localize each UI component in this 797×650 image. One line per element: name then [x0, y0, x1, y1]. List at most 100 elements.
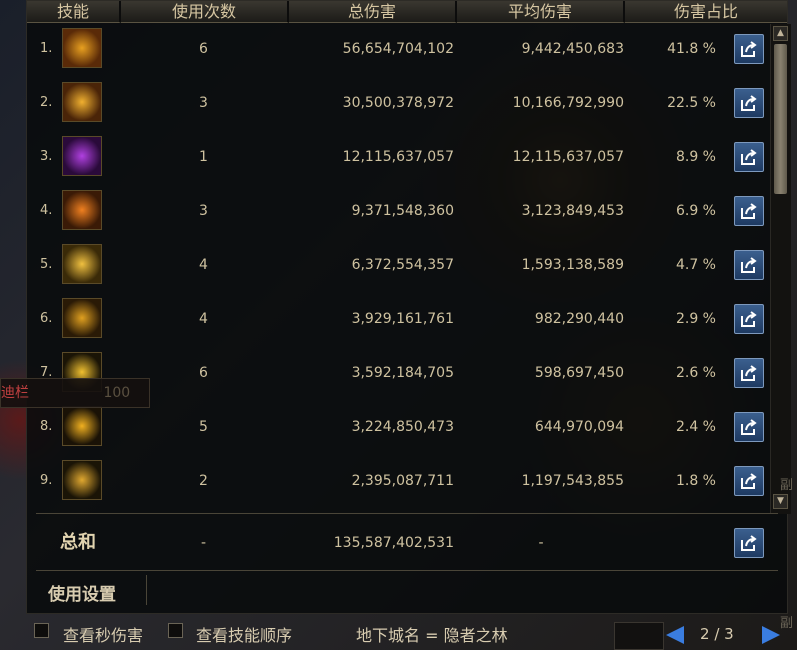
avg-damage: 598,697,450	[534, 365, 624, 381]
total-damage: 30,500,378,972	[342, 95, 454, 111]
avg-damage: 1,197,543,855	[521, 473, 624, 489]
rank-label: 4.	[40, 203, 53, 218]
total-damage: 3,592,184,705	[351, 365, 454, 381]
share-button[interactable]	[734, 412, 764, 442]
damage-share: 22.5 %	[667, 95, 716, 111]
header-damage-share: 伤害占比	[625, 1, 787, 23]
total-damage: 9,371,548,360	[351, 203, 454, 219]
background-label: 迪栏 100	[0, 378, 150, 408]
table-row: 8. 5 3,224,850,473 644,970,094 2.4 %	[26, 400, 766, 454]
scroll-up-button[interactable]: ▲	[773, 26, 788, 41]
total-damage: 12,115,637,057	[342, 149, 454, 165]
skill-4-icon[interactable]	[62, 190, 102, 230]
damage-share: 6.9 %	[675, 203, 716, 219]
background-label-text: 迪栏	[1, 385, 29, 401]
total-damage: 56,654,704,102	[342, 41, 454, 57]
skill-6-icon[interactable]	[62, 298, 102, 338]
use-count: 3	[199, 95, 208, 111]
rank-label: 8.	[40, 419, 53, 434]
total-damage: 2,395,087,711	[351, 473, 454, 489]
next-page-button[interactable]	[760, 624, 782, 646]
avg-damage: 12,115,637,057	[512, 149, 624, 165]
damage-share: 8.9 %	[675, 149, 716, 165]
skill-9-icon[interactable]	[62, 460, 102, 500]
prev-page-button[interactable]	[664, 624, 686, 646]
scroll-down-button[interactable]: ▼	[773, 494, 788, 509]
share-icon	[741, 365, 757, 381]
share-icon	[741, 149, 757, 165]
summary-count: -	[200, 535, 207, 551]
rank-label: 6.	[40, 311, 53, 326]
background-label-number: 100	[103, 385, 131, 401]
scrollbar[interactable]: ▲ ▼	[770, 24, 791, 514]
header-avg-damage: 平均伤害	[457, 1, 625, 23]
scroll-thumb[interactable]	[774, 44, 787, 194]
share-button[interactable]	[734, 358, 764, 388]
divider	[36, 513, 778, 514]
use-count: 4	[199, 257, 208, 273]
use-count: 6	[199, 365, 208, 381]
skill-5-icon[interactable]	[62, 244, 102, 284]
share-button[interactable]	[734, 34, 764, 64]
use-count: 1	[199, 149, 208, 165]
page-indicator: 2 / 3	[700, 625, 734, 643]
page-current: 2	[700, 625, 710, 643]
rank-label: 1.	[40, 41, 53, 56]
rank-label: 3.	[40, 149, 53, 164]
page-separator: /	[714, 625, 720, 643]
rank-label: 2.	[40, 95, 53, 110]
summary-row: 总和 - 135,587,402,531 -	[26, 516, 766, 570]
skill-order-checkbox[interactable]	[168, 623, 183, 638]
share-icon	[741, 95, 757, 111]
dungeon-name: 地下城名 = 隐者之林	[356, 626, 508, 645]
table-row: 5. 4 6,372,554,357 1,593,138,589 4.7 %	[26, 238, 766, 292]
share-button[interactable]	[734, 466, 764, 496]
damage-share: 41.8 %	[667, 41, 716, 57]
share-icon	[741, 419, 757, 435]
rank-label: 9.	[40, 473, 53, 488]
background-text: 副	[780, 616, 794, 631]
divider	[146, 575, 147, 605]
table-row: 9. 2 2,395,087,711 1,197,543,855 1.8 %	[26, 454, 766, 508]
share-button[interactable]	[734, 88, 764, 118]
total-damage: 3,929,161,761	[351, 311, 454, 327]
use-count: 2	[199, 473, 208, 489]
header-use-count: 使用次数	[121, 1, 289, 23]
header-total-damage: 总伤害	[289, 1, 457, 23]
damage-share: 2.4 %	[675, 419, 716, 435]
table-row: 2. 3 30,500,378,972 10,166,792,990 22.5 %	[26, 76, 766, 130]
share-button[interactable]	[734, 304, 764, 334]
use-count: 6	[199, 41, 208, 57]
avg-damage: 3,123,849,453	[521, 203, 624, 219]
use-count: 5	[199, 419, 208, 435]
settings-label[interactable]: 使用设置	[48, 580, 116, 605]
avg-damage: 644,970,094	[534, 419, 624, 435]
share-button[interactable]	[734, 196, 764, 226]
skill-order-checkbox-label: 查看技能顺序	[196, 626, 293, 645]
share-button[interactable]	[734, 250, 764, 280]
share-icon	[741, 473, 757, 489]
table-row: 4. 3 9,371,548,360 3,123,849,453 6.9 %	[26, 184, 766, 238]
skill-2-icon[interactable]	[62, 82, 102, 122]
damage-share: 2.6 %	[675, 365, 716, 381]
avg-damage: 1,593,138,589	[521, 257, 624, 273]
damage-share: 2.9 %	[675, 311, 716, 327]
share-icon	[741, 257, 757, 273]
total-damage: 6,372,554,357	[351, 257, 454, 273]
skill-8-icon[interactable]	[62, 406, 102, 446]
dps-checkbox[interactable]	[34, 623, 49, 638]
share-button[interactable]	[734, 528, 764, 558]
dps-checkbox-label: 查看秒伤害	[63, 626, 144, 645]
avg-damage: 10,166,792,990	[512, 95, 624, 111]
skill-3-icon[interactable]	[62, 136, 102, 176]
rank-label: 5.	[40, 257, 53, 272]
total-damage: 3,224,850,473	[351, 419, 454, 435]
skill-1-icon[interactable]	[62, 28, 102, 68]
table-row: 6. 4 3,929,161,761 982,290,440 2.9 %	[26, 292, 766, 346]
avg-damage: 9,442,450,683	[521, 41, 624, 57]
use-count: 3	[199, 203, 208, 219]
share-icon	[741, 535, 757, 551]
share-icon	[741, 311, 757, 327]
share-button[interactable]	[734, 142, 764, 172]
table-row: 1. 6 56,654,704,102 9,442,450,683 41.8 %	[26, 22, 766, 76]
